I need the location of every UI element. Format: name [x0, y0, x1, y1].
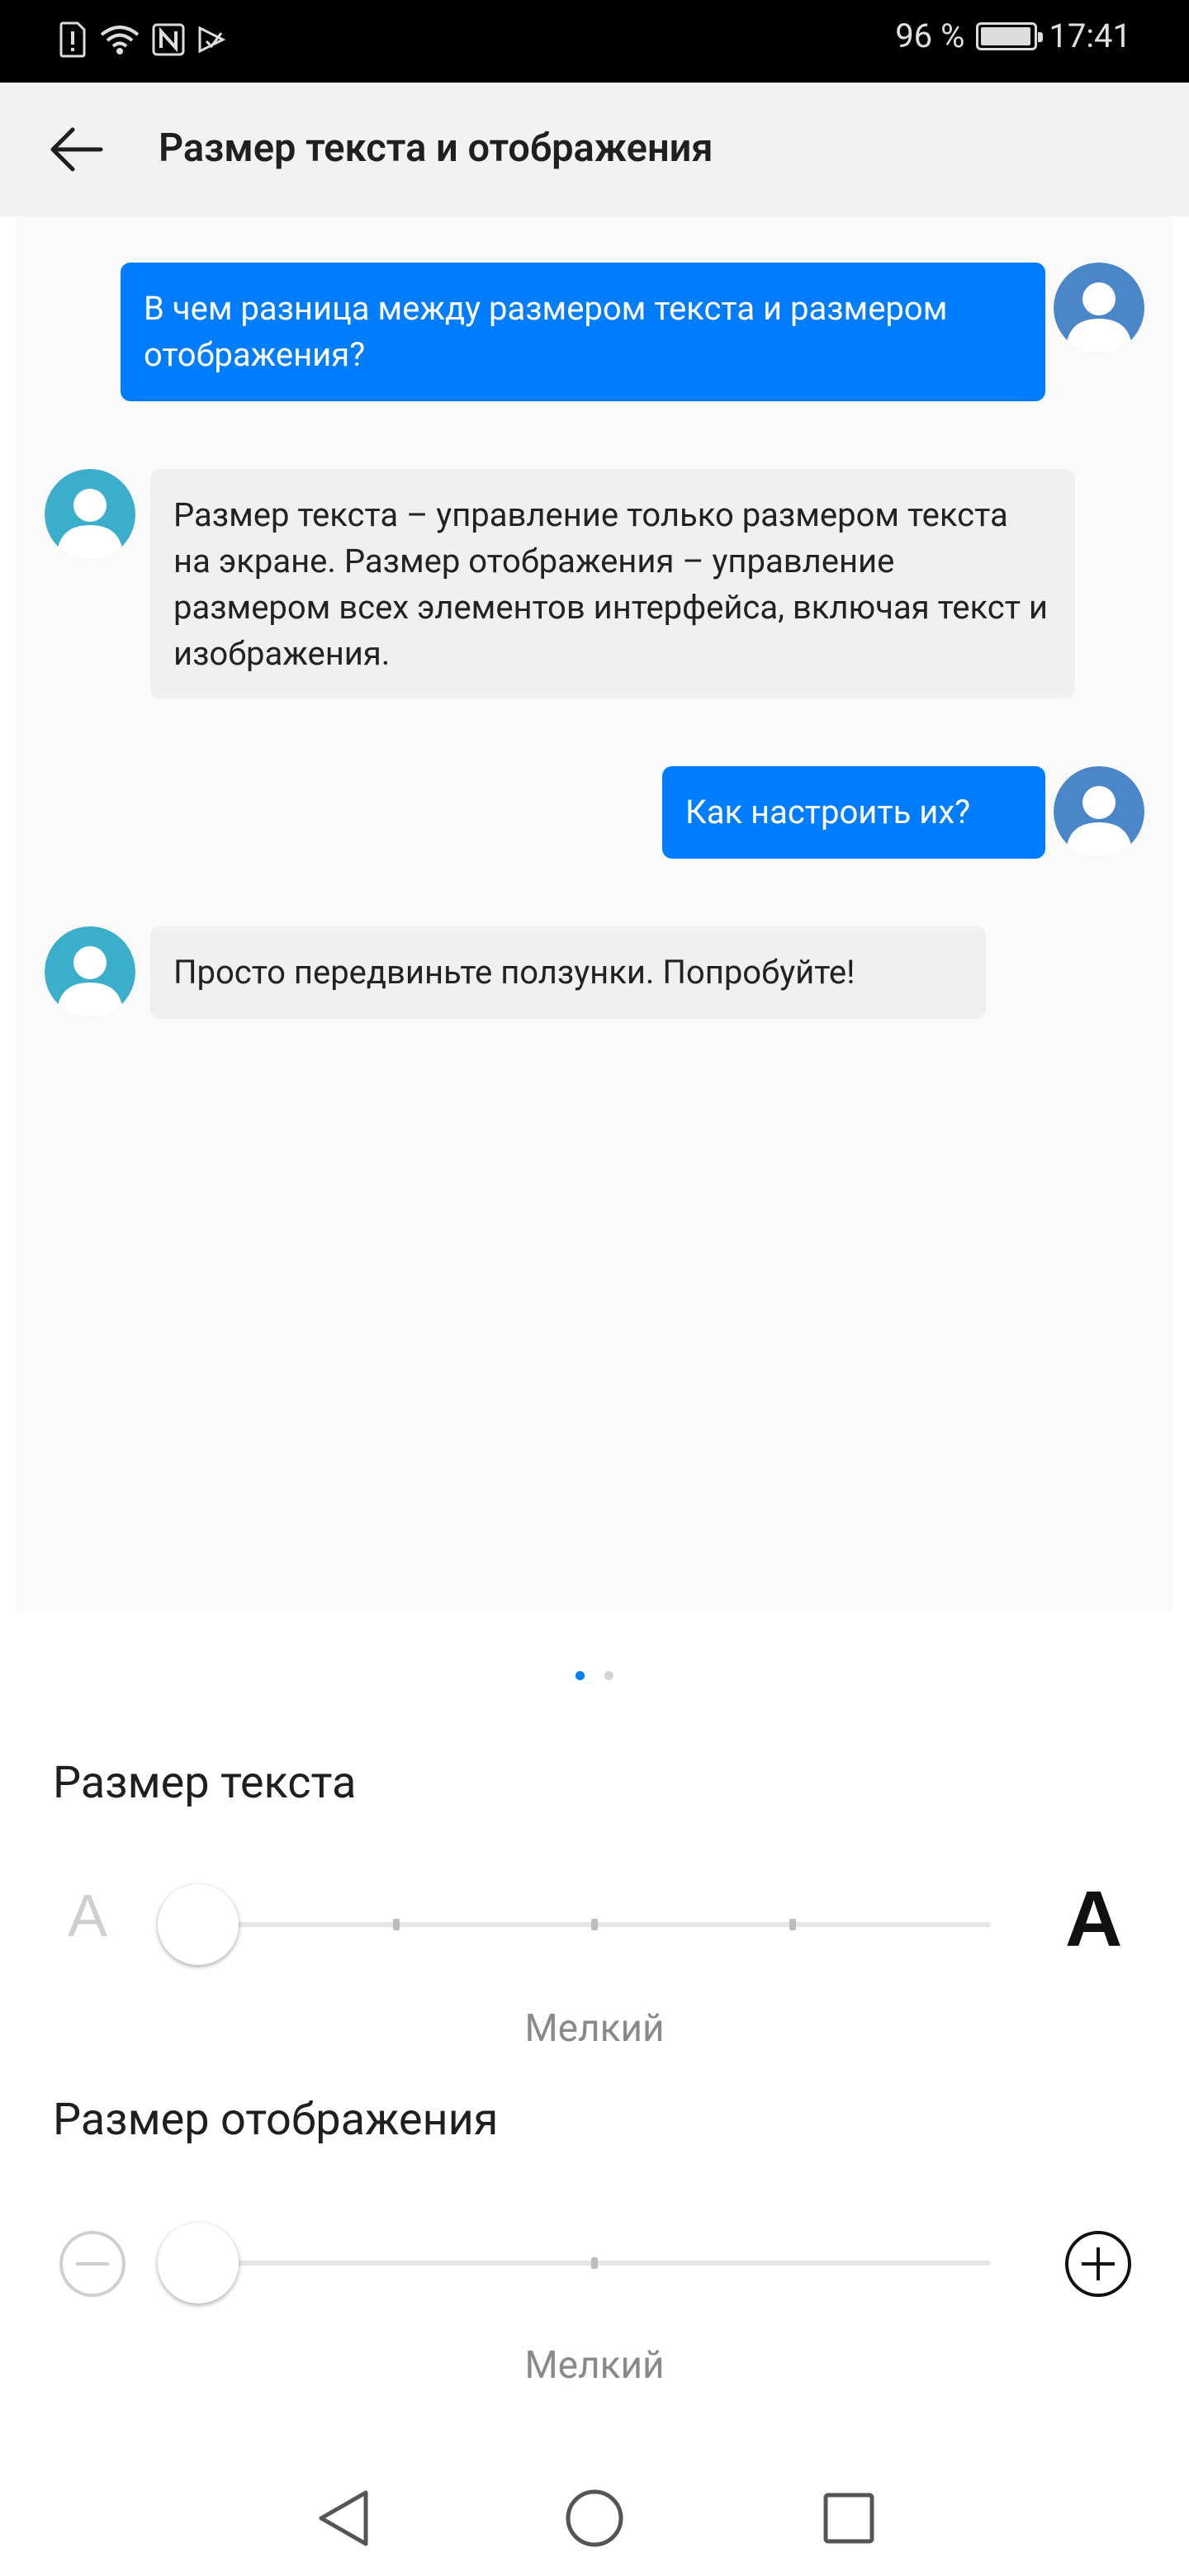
message-text: В чем разница между размером текста и ра…: [144, 289, 948, 374]
message-bubble: Просто передвиньте ползунки. Попробуйте!: [150, 926, 986, 1019]
avatar: [45, 469, 135, 560]
slider-tick: [393, 1919, 400, 1930]
display-size-title: Размер отображения: [53, 2094, 499, 2146]
text-size-small-glyph[interactable]: A: [68, 1882, 107, 1950]
display-size-slider[interactable]: [0, 2213, 1189, 2312]
message-text: Как настроить их?: [685, 793, 971, 831]
message-bubble: В чем разница между размером текста и ра…: [121, 263, 1045, 401]
app-header: Размер текста и отображения: [0, 83, 1189, 216]
page-title: Размер текста и отображения: [159, 125, 713, 171]
status-icons-right: 96 % 17:41: [895, 17, 1131, 55]
square-recents-icon: [823, 2493, 874, 2544]
user-avatar-icon: [1054, 766, 1144, 857]
chat-preview: В чем разница между размером текста и ра…: [17, 216, 1172, 1612]
message-text: Размер текста – управление только размер…: [173, 495, 1048, 673]
wifi-icon: [100, 26, 140, 54]
text-size-slider[interactable]: A A: [0, 1874, 1189, 1973]
navigation-bar: [0, 2460, 1189, 2576]
slider-thumb[interactable]: [158, 2223, 239, 2304]
battery-level: [981, 26, 1031, 45]
battery-percent: 96 %: [895, 17, 965, 55]
slider-thumb[interactable]: [158, 1884, 239, 1965]
nav-recents-button[interactable]: [808, 2477, 890, 2559]
play-store-icon: [198, 26, 226, 54]
user-avatar-icon: [1054, 263, 1144, 353]
text-size-title: Размер текста: [53, 1757, 357, 1809]
plus-circle-icon[interactable]: [1063, 2229, 1133, 2299]
avatar: [45, 926, 135, 1017]
slider-tick: [591, 1919, 598, 1930]
display-size-value: Мелкий: [524, 2343, 665, 2388]
slider-tick: [591, 2257, 598, 2269]
sim-alert-icon: [59, 21, 86, 58]
minus-circle-icon[interactable]: [58, 2229, 127, 2299]
avatar: [1054, 766, 1144, 857]
user-avatar-icon: [45, 469, 135, 560]
user-avatar-icon: [45, 926, 135, 1017]
triangle-back-icon: [319, 2490, 368, 2546]
page-indicator: [0, 1671, 1189, 1680]
circle-home-icon: [566, 2489, 623, 2547]
battery-icon: [976, 21, 1044, 50]
message-bubble: Размер текста – управление только размер…: [150, 469, 1075, 698]
text-size-value: Мелкий: [524, 2006, 665, 2051]
nav-back-button[interactable]: [302, 2477, 385, 2559]
status-icons-left: [58, 21, 226, 58]
message-bubble: Как настроить их?: [662, 766, 1045, 859]
status-bar: 96 % 17:41: [0, 0, 1189, 83]
avatar: [1054, 263, 1144, 353]
message-text: Просто передвиньте ползунки. Попробуйте!: [173, 953, 855, 992]
page-dot-active[interactable]: [576, 1671, 585, 1680]
arrow-left-icon: [50, 127, 103, 172]
text-size-large-glyph[interactable]: A: [1065, 1874, 1122, 1965]
slider-tick: [789, 1919, 796, 1930]
nav-home-button[interactable]: [553, 2477, 636, 2559]
nfc-icon: [152, 23, 185, 56]
clock: 17:41: [1049, 17, 1131, 55]
page-dot[interactable]: [604, 1671, 613, 1680]
back-button[interactable]: [40, 116, 114, 182]
